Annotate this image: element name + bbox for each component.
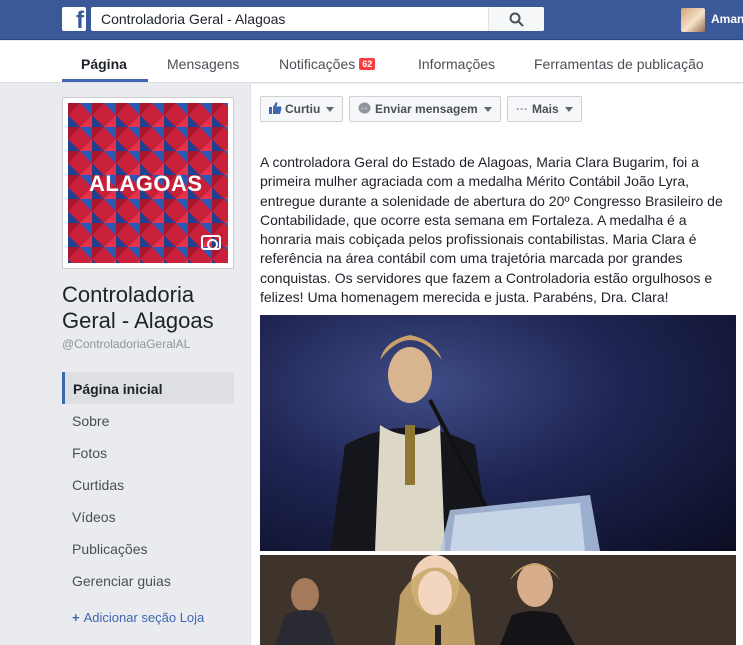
search-icon bbox=[509, 12, 524, 27]
profile-picture-image: ALAGOAS bbox=[68, 103, 228, 263]
more-button[interactable]: ··· Mais bbox=[507, 96, 582, 122]
tab-notificacoes-label: Notificações bbox=[279, 56, 356, 72]
sidebar-item-sobre[interactable]: Sobre bbox=[62, 404, 234, 436]
avatar[interactable] bbox=[681, 8, 705, 32]
user-name-link[interactable]: Aman bbox=[711, 12, 743, 26]
notification-count-badge: 62 bbox=[359, 58, 376, 70]
camera-icon[interactable] bbox=[201, 235, 221, 250]
sidebar-item-videos[interactable]: Vídeos bbox=[62, 500, 234, 532]
sidebar-item-fotos[interactable]: Fotos bbox=[62, 436, 234, 468]
add-shop-section-label: Adicionar seção Loja bbox=[83, 610, 205, 625]
search-button[interactable] bbox=[488, 7, 544, 31]
like-button[interactable]: Curtiu bbox=[260, 96, 344, 122]
tab-mensagens[interactable]: Mensagens bbox=[167, 56, 239, 72]
post-text: A controladora Geral do Estado de Alagoa… bbox=[260, 154, 723, 306]
chevron-down-icon bbox=[483, 107, 492, 112]
add-shop-section-link[interactable]: + Adicionar seção Loja bbox=[72, 610, 204, 625]
plus-icon: + bbox=[72, 610, 80, 625]
speaker-photo-illustration bbox=[330, 335, 600, 551]
send-message-label: Enviar mensagem bbox=[375, 102, 478, 116]
search-input[interactable]: Controladoria Geral - Alagoas bbox=[101, 11, 285, 27]
post-photo-speaker[interactable] bbox=[260, 315, 736, 551]
sidebar-item-gerenciar-guias[interactable]: Gerenciar guias bbox=[62, 564, 234, 596]
more-button-label: Mais bbox=[532, 102, 559, 116]
top-bar: f Controladoria Geral - Alagoas Aman bbox=[0, 0, 743, 40]
sidebar-item-pagina-inicial[interactable]: Página inicial bbox=[62, 372, 234, 404]
tab-ferramentas[interactable]: Ferramentas de publicação bbox=[534, 56, 704, 72]
messenger-icon bbox=[358, 102, 371, 114]
chevron-down-icon bbox=[326, 107, 335, 112]
like-button-label: Curtiu bbox=[285, 102, 321, 116]
profile-picture-logo-text: ALAGOAS bbox=[89, 171, 203, 196]
chevron-down-icon bbox=[564, 107, 573, 112]
sidebar-item-curtidas[interactable]: Curtidas bbox=[62, 468, 234, 500]
search-box[interactable]: Controladoria Geral - Alagoas bbox=[91, 7, 544, 31]
send-message-button[interactable]: Enviar mensagem bbox=[349, 96, 501, 122]
tab-informacoes[interactable]: Informações bbox=[418, 56, 495, 72]
post-photo-ceremony[interactable] bbox=[260, 555, 736, 645]
page-title: Controladoria Geral - Alagoas bbox=[62, 282, 214, 333]
page-handle[interactable]: @ControladoriaGeralAL bbox=[62, 337, 190, 351]
tab-notificacoes[interactable]: Notificações 62 bbox=[279, 56, 376, 72]
tab-pagina[interactable]: Página bbox=[81, 56, 127, 72]
page-tabs: Página Mensagens Notificações 62 Informaç… bbox=[0, 41, 743, 83]
post-card: A controladora Geral do Estado de Alagoa… bbox=[250, 135, 743, 645]
facebook-logo-icon[interactable]: f bbox=[62, 7, 86, 31]
more-dots-icon: ··· bbox=[516, 102, 528, 116]
profile-picture[interactable]: ALAGOAS bbox=[62, 97, 234, 269]
active-tab-indicator bbox=[62, 79, 148, 82]
sidebar-item-publicacoes[interactable]: Publicações bbox=[62, 532, 234, 564]
thumbs-up-icon bbox=[269, 102, 282, 114]
ceremony-photo-illustration bbox=[260, 555, 736, 645]
page-action-bar: Curtiu Enviar mensagem ··· Mais bbox=[250, 84, 743, 135]
